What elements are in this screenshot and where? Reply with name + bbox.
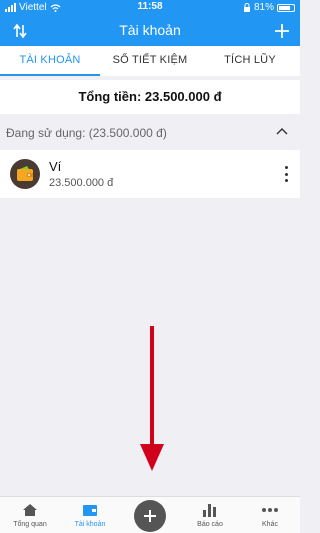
more-dots-icon <box>240 501 300 519</box>
nav-overview[interactable]: Tổng quan <box>0 501 60 528</box>
battery-icon <box>277 3 295 12</box>
plus-icon <box>144 510 156 522</box>
wallet-list-item[interactable]: Ví 23.500.000 đ <box>0 150 300 198</box>
status-bar: Viettel 11:58 81% <box>0 0 300 16</box>
red-arrow-annotation <box>140 326 164 471</box>
nav-more-label: Khác <box>262 521 278 528</box>
lock-rotation-icon <box>243 3 250 12</box>
bar-chart-icon <box>180 501 240 519</box>
add-account-button[interactable] <box>270 20 294 42</box>
tab-bar: TÀI KHOẢN SỔ TIẾT KIỆM TÍCH LŨY <box>0 46 300 76</box>
tab-savings[interactable]: SỔ TIẾT KIỆM <box>100 46 200 76</box>
add-transaction-button[interactable] <box>134 500 166 532</box>
wallet-more-menu-icon[interactable] <box>282 166 290 182</box>
wallet-icon <box>10 159 40 189</box>
group-header-in-use[interactable]: Đang sử dụng: (23.500.000 đ) <box>0 120 300 146</box>
wallet-name: Ví <box>49 159 62 174</box>
nav-reports[interactable]: Báo cáo <box>180 501 240 528</box>
page-title: Tài khoản <box>119 22 181 38</box>
nav-accounts[interactable]: Tài khoản <box>60 501 120 528</box>
group-label: Đang sử dụng: (23.500.000 đ) <box>6 126 167 140</box>
nav-reports-label: Báo cáo <box>197 521 223 528</box>
chevron-up-icon[interactable] <box>276 126 288 136</box>
nav-more[interactable]: Khác <box>240 501 300 528</box>
battery-percent: 81% <box>253 2 274 13</box>
nav-overview-label: Tổng quan <box>13 521 47 528</box>
nav-accounts-label: Tài khoản <box>74 521 106 528</box>
wallet-card-icon <box>60 501 120 519</box>
plus-icon <box>275 24 289 38</box>
total-balance: Tổng tiền: 23.500.000 đ <box>0 80 300 114</box>
tab-accounts[interactable]: TÀI KHOẢN <box>0 46 100 76</box>
tab-accumulation[interactable]: TÍCH LŨY <box>200 46 300 76</box>
wallet-amount: 23.500.000 đ <box>49 177 114 189</box>
home-icon <box>0 501 60 519</box>
